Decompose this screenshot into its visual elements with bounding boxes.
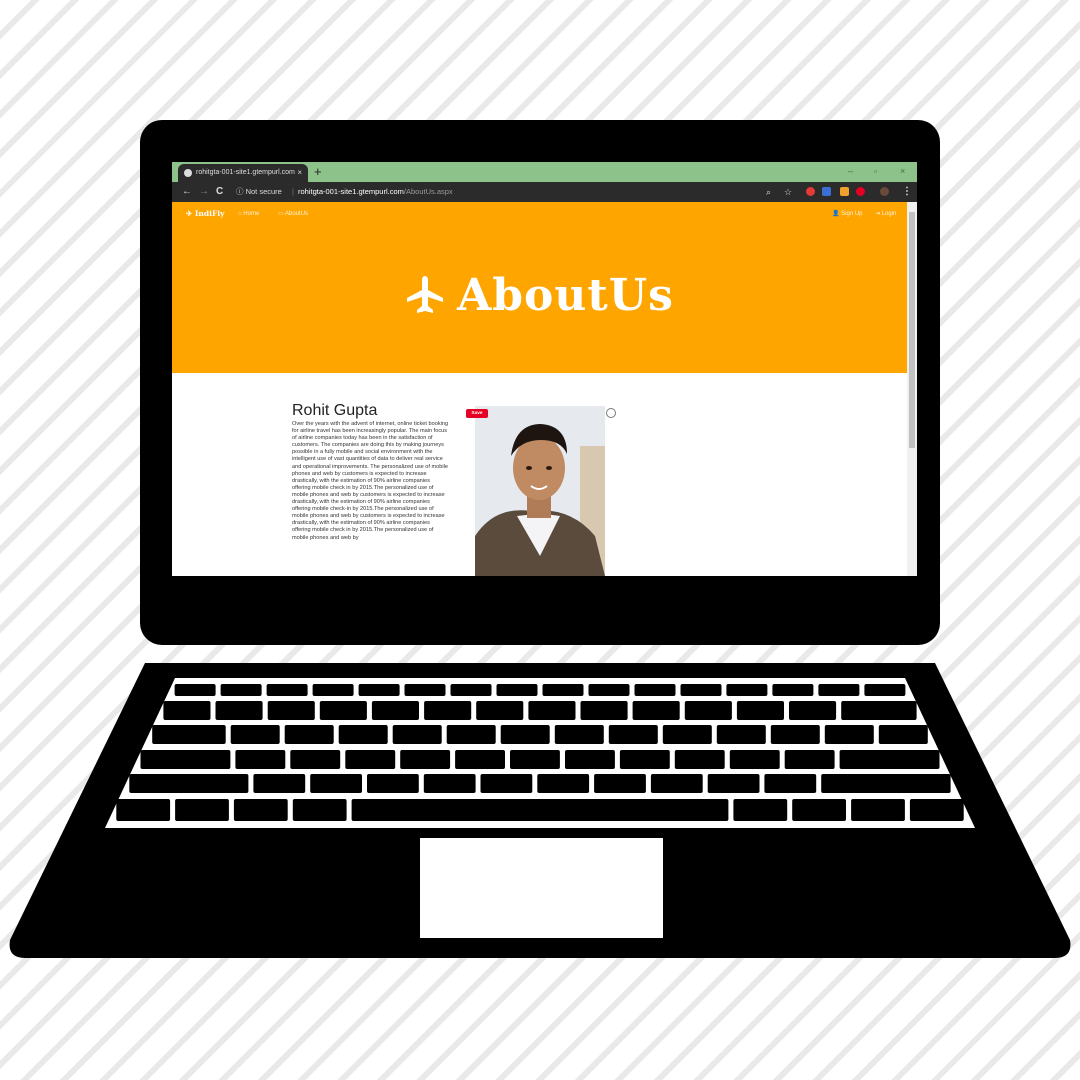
keyboard-key bbox=[152, 725, 226, 744]
keyboard-key bbox=[909, 799, 964, 821]
keyboard-key bbox=[367, 774, 419, 793]
keyboard-key bbox=[480, 774, 533, 793]
keyboard-key bbox=[537, 774, 590, 793]
keyboard-key bbox=[140, 750, 231, 769]
keyboard-key bbox=[821, 774, 951, 793]
keyboard-key bbox=[310, 774, 362, 793]
keyboard-key bbox=[772, 684, 814, 696]
keyboard-key bbox=[608, 725, 658, 744]
keyboard-key bbox=[729, 750, 780, 769]
keyboard-key bbox=[824, 725, 874, 744]
keyboard-key bbox=[554, 725, 604, 744]
keyboard-key bbox=[770, 725, 820, 744]
keyboard-key bbox=[784, 750, 835, 769]
keyboard-key bbox=[230, 725, 280, 744]
keyboard-key bbox=[116, 799, 171, 821]
keyboard-key bbox=[680, 684, 722, 696]
keyboard-key bbox=[175, 799, 229, 821]
keyboard-key bbox=[733, 799, 788, 821]
keyboard-key bbox=[174, 684, 216, 696]
keyboard-key bbox=[404, 684, 446, 696]
laptop-base bbox=[9, 663, 1071, 958]
keyboard-key bbox=[292, 799, 347, 821]
keyboard-key bbox=[792, 799, 846, 821]
keyboard-key bbox=[674, 750, 725, 769]
keyboard-key bbox=[253, 774, 306, 793]
keyboard-key bbox=[864, 684, 906, 696]
keyboard-key bbox=[358, 684, 400, 696]
keyboard-key bbox=[423, 774, 476, 793]
keyboard-key bbox=[580, 701, 628, 720]
keyboard-key bbox=[371, 701, 419, 720]
keyboard-key bbox=[542, 684, 584, 696]
keyboard-key bbox=[650, 774, 703, 793]
keyboard-key bbox=[736, 701, 784, 720]
keyboard-key bbox=[839, 750, 940, 769]
keyboard-key bbox=[338, 725, 388, 744]
keyboard-key bbox=[818, 684, 860, 696]
keyboard-key bbox=[851, 799, 905, 821]
keyboard-key bbox=[233, 799, 288, 821]
keyboard-key bbox=[841, 701, 917, 720]
keyboard-key bbox=[345, 750, 396, 769]
keyboard-key bbox=[789, 701, 837, 720]
keyboard-key bbox=[319, 701, 367, 720]
keyboard-key bbox=[220, 684, 262, 696]
keyboard-key bbox=[594, 774, 646, 793]
keyboard-key bbox=[455, 750, 505, 769]
keyboard-key bbox=[450, 684, 492, 696]
keyboard-key bbox=[235, 750, 286, 769]
keyboard-key bbox=[312, 684, 354, 696]
keyboard-key bbox=[284, 725, 334, 744]
keyboard-key bbox=[662, 725, 712, 744]
keyboard-key bbox=[351, 799, 729, 821]
keyboard-key bbox=[400, 750, 451, 769]
keyboard-key bbox=[392, 725, 442, 744]
keyboard-key bbox=[565, 750, 615, 769]
keyboard-key bbox=[129, 774, 249, 793]
keyboard-key bbox=[726, 684, 768, 696]
keyboard-key bbox=[446, 725, 496, 744]
keyboard-key bbox=[634, 684, 676, 696]
keyboard-key bbox=[588, 684, 630, 696]
keyboard-key bbox=[684, 701, 732, 720]
keyboard-key bbox=[707, 774, 760, 793]
keyboard-key bbox=[266, 684, 308, 696]
keyboard-key bbox=[163, 701, 211, 720]
keyboard-key bbox=[500, 725, 550, 744]
keyboard-key bbox=[290, 750, 341, 769]
keyboard-key bbox=[476, 701, 524, 720]
keyboard-key bbox=[716, 725, 766, 744]
keyboard-key bbox=[878, 725, 928, 744]
trackpad bbox=[420, 838, 663, 938]
keyboard-key bbox=[619, 750, 670, 769]
keyboard-key bbox=[267, 701, 315, 720]
keyboard-key bbox=[510, 750, 560, 769]
keyboard-key bbox=[764, 774, 817, 793]
keyboard-key bbox=[215, 701, 263, 720]
keyboard-key bbox=[496, 684, 538, 696]
keyboard-key bbox=[424, 701, 472, 720]
keyboard-key bbox=[528, 701, 576, 720]
keyboard-key bbox=[632, 701, 680, 720]
